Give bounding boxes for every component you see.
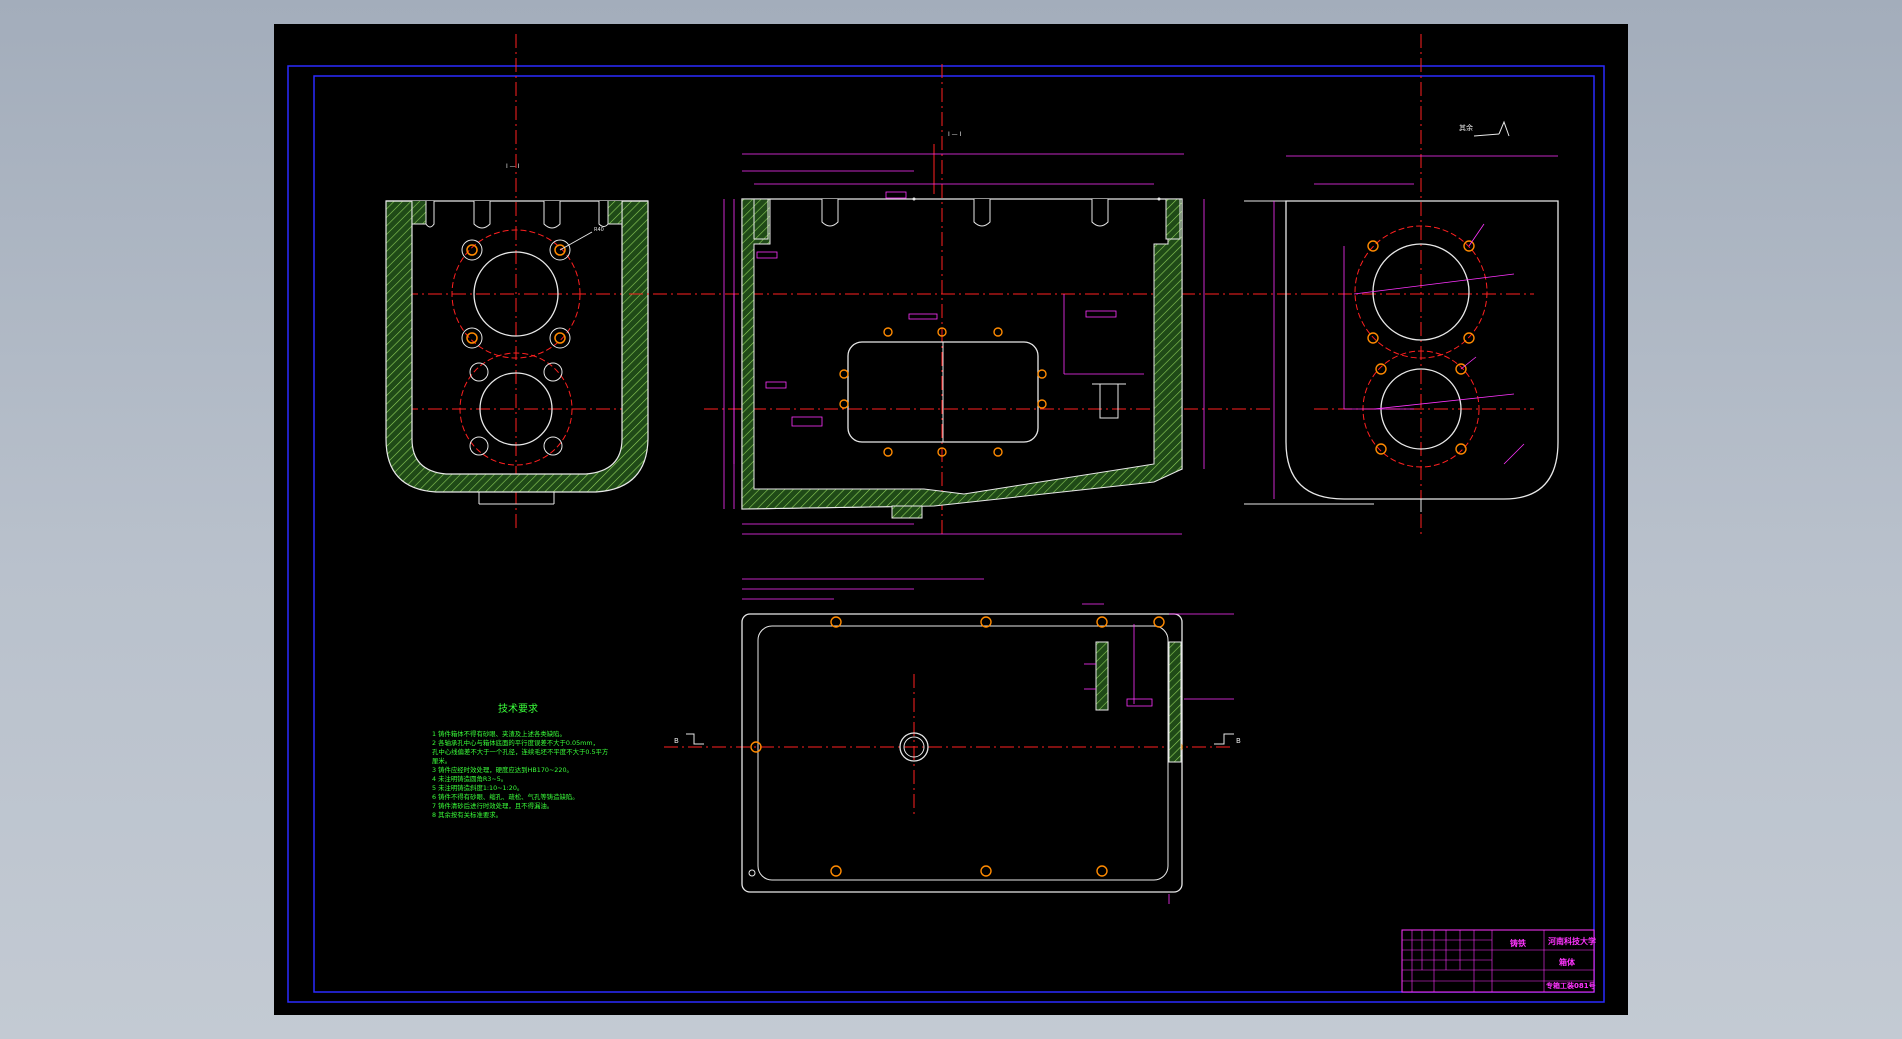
cad-drawing: R40 I — I I — I 其余 B B 技术要求1 铸件箱体不得有砂眼、夹…: [287, 34, 1605, 1003]
tech-requirement-line: 5 未注明铸造斜度1:10~1:20。: [432, 783, 523, 792]
title-block: 铸铁 河南科技大学 箱体 专箱工装081号: [1401, 929, 1596, 993]
left-view-dim-text: R40: [594, 227, 604, 233]
tech-requirements-title: 技术要求: [498, 702, 538, 715]
tech-requirement-line: 1 铸件箱体不得有砂眼、夹渣及上述各类缺陷。: [432, 729, 566, 738]
part-name: 箱体: [1559, 957, 1576, 967]
tech-requirement-line: 7 铸件清砂后进行时效处理，且不得漏油。: [432, 801, 553, 810]
left-section-view: R40 I — I: [385, 34, 649, 529]
material-text: 铸铁: [1510, 938, 1526, 948]
right-side-view: 其余: [1244, 34, 1559, 534]
left-section-label: I — I: [506, 163, 520, 170]
tech-requirement-line: 6 铸件不得有砂眼、缩孔、疏松、气孔等铸造缺陷。: [432, 792, 579, 801]
bottom-plan-view: B B: [664, 578, 1241, 904]
section-b-left: B: [674, 737, 679, 745]
school-name: 河南科技大学: [1548, 936, 1596, 946]
top-section-label: I — I: [948, 131, 962, 138]
tech-requirement-line: 孔中心线偏差不大于一个孔径，连续毛坯不平度不大于0.5平方: [432, 747, 608, 756]
roughness-note: 其余: [1459, 123, 1473, 132]
tech-requirement-line: 2 各轴承孔中心与箱体底面的平行度误差不大于0.05mm，: [432, 738, 599, 747]
drawing-number: 专箱工装081号: [1546, 981, 1596, 990]
tech-requirements: 技术要求 1 铸件箱体不得有砂眼、夹渣及上述各类缺陷。2 各轴承孔中心与箱体底面的…: [432, 702, 608, 819]
cad-viewport[interactable]: R40 I — I I — I 其余 B B 技术要求 1 铸件箱体不得有砂眼、…: [274, 24, 1628, 1015]
section-b-right: B: [1236, 737, 1241, 745]
tech-requirement-line: 厘米。: [432, 756, 451, 765]
front-view: I — I: [629, 64, 1314, 535]
tech-requirement-line: 4 未注明铸造圆角R3~5。: [432, 774, 507, 783]
tech-requirement-line: 3 铸件应经时效处理，硬度应达到HB170~220。: [432, 765, 573, 774]
tech-requirement-line: 8 其余按有关标准要求。: [432, 810, 502, 819]
